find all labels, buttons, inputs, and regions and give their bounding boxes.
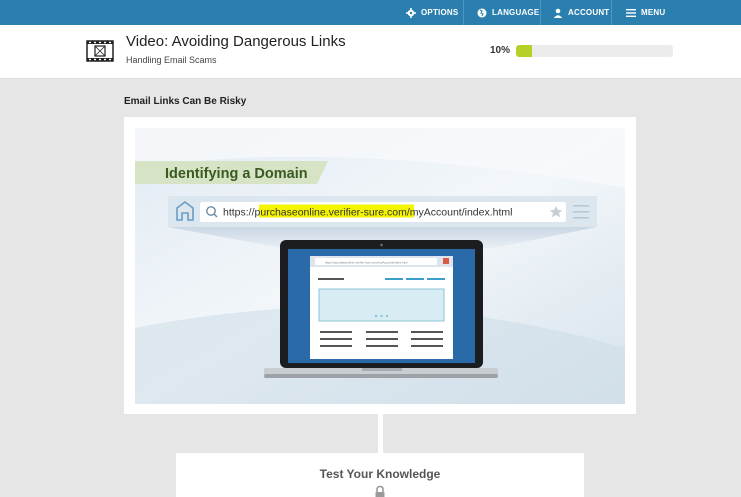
options-button[interactable]: OPTIONS <box>406 0 458 25</box>
progress-bar-fill <box>516 45 532 57</box>
test-knowledge-card: Test Your Knowledge <box>176 453 584 497</box>
account-label: ACCOUNT <box>568 8 610 17</box>
globe-icon <box>477 8 487 17</box>
gear-icon <box>406 7 416 18</box>
progress-percent: 10% <box>490 45 511 56</box>
url-path: /myAccount/index.html <box>407 207 513 219</box>
account-button[interactable]: ACCOUNT <box>553 0 609 25</box>
video-frame-illustration: Identifying a Domain https://purchaseonl… <box>135 128 625 404</box>
user-icon <box>553 8 563 18</box>
knowledge-title: Test Your Knowledge <box>319 467 441 481</box>
page-subtitle: Handling Email Scams <box>126 55 217 65</box>
language-label: LANGUAGE <box>492 8 540 17</box>
menu-label: MENU <box>641 8 666 17</box>
url-prefix: https:// <box>223 207 255 219</box>
nav-divider <box>540 0 541 25</box>
film-clapper-icon <box>86 40 114 62</box>
step-connector <box>378 414 383 454</box>
page-header: Video: Avoiding Dangerous Links Handling… <box>0 25 741 79</box>
laptop-illustration: https://purchaseonline.verifier-sure.com… <box>264 240 498 378</box>
progress-bar <box>516 45 673 57</box>
url-domain: purchaseonline.verifier-sure.com <box>255 207 408 219</box>
video-player[interactable]: Identifying a Domain https://purchaseonl… <box>135 128 625 404</box>
video-card: Identifying a Domain https://purchaseonl… <box>124 117 636 414</box>
section-title: Email Links Can Be Risky <box>124 96 247 107</box>
banner-text: Identifying a Domain <box>165 166 308 182</box>
hamburger-icon <box>626 8 636 17</box>
nav-divider <box>463 0 464 25</box>
language-button[interactable]: LANGUAGE <box>477 0 539 25</box>
lock-icon <box>375 485 385 497</box>
mini-url: https://purchaseonline.verifier-sure.com… <box>325 261 408 265</box>
url-text: https://purchaseonline.verifier-sure.com… <box>223 207 512 219</box>
options-label: OPTIONS <box>421 8 459 17</box>
page-title: Video: Avoiding Dangerous Links <box>126 33 346 50</box>
menu-button[interactable]: MENU <box>626 0 665 25</box>
top-nav-bar: OPTIONS LANGUAGE ACCOUNT MENU <box>0 0 741 25</box>
nav-divider <box>611 0 612 25</box>
